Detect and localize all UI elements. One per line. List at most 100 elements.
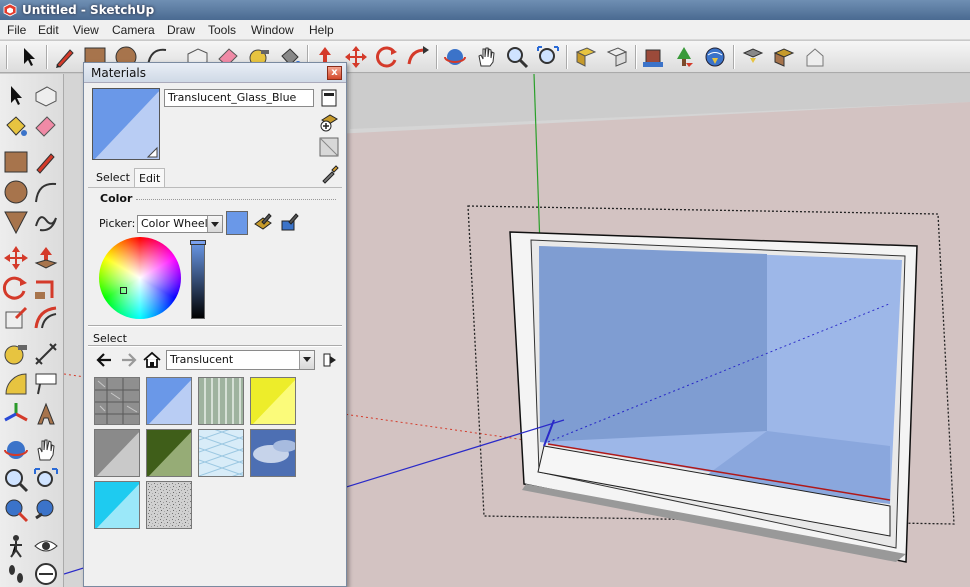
walk-button[interactable]: [2, 560, 30, 587]
arc-button[interactable]: [32, 178, 60, 206]
next-view-button[interactable]: [604, 44, 630, 70]
menu-window[interactable]: Window: [251, 23, 294, 37]
match-color-screen-button[interactable]: [279, 212, 299, 232]
zoom-tool-button[interactable]: [504, 44, 530, 70]
materials-title-bar[interactable]: Materials x: [84, 63, 346, 83]
components-button[interactable]: [771, 44, 797, 70]
create-material-button[interactable]: [319, 112, 339, 132]
pencil-tool-button[interactable]: [52, 44, 78, 70]
zoom-extents-button[interactable]: [535, 44, 561, 70]
get-models-button[interactable]: [671, 44, 697, 70]
match-color-icon: [254, 213, 272, 230]
scale-button[interactable]: [2, 304, 30, 332]
move-button[interactable]: [2, 244, 30, 272]
zoom-window-button[interactable]: [32, 466, 60, 494]
collection-select[interactable]: Translucent: [166, 350, 315, 370]
layers-button[interactable]: [740, 44, 766, 70]
dimension-button[interactable]: [32, 340, 60, 368]
text-tool-button[interactable]: [32, 370, 60, 398]
previous-button[interactable]: [32, 496, 60, 524]
pencil-button[interactable]: [32, 148, 60, 176]
toolbar-separator: [733, 45, 735, 69]
arrow-cursor-icon: [24, 48, 35, 66]
freehand-button[interactable]: [32, 208, 60, 236]
toolbar-separator: [46, 45, 48, 69]
select-button[interactable]: [2, 82, 30, 110]
component-icon: [35, 86, 57, 107]
swatch-wire-glass[interactable]: [198, 429, 244, 477]
menu-edit[interactable]: Edit: [38, 23, 59, 37]
tab-select[interactable]: Select: [92, 168, 134, 187]
swatch-gray-glass[interactable]: [94, 429, 140, 477]
menu-view[interactable]: View: [73, 23, 99, 37]
eraser-button[interactable]: [32, 112, 60, 140]
zoom-extents-icon: [5, 499, 29, 523]
close-button[interactable]: x: [327, 66, 342, 80]
3d-warehouse-button[interactable]: [640, 44, 666, 70]
orbit-button[interactable]: [2, 436, 30, 464]
rotate-button[interactable]: [2, 274, 30, 302]
green-glass-icon: [147, 430, 191, 476]
menu-help[interactable]: Help: [309, 23, 334, 37]
swatch-cyan-glass[interactable]: [94, 481, 140, 529]
zoom-extents-button[interactable]: [2, 496, 30, 524]
current-color-chip[interactable]: [226, 211, 248, 235]
share-model-button[interactable]: [702, 44, 728, 70]
details-button[interactable]: [320, 350, 340, 370]
zoom-previous-icon: [35, 499, 54, 520]
sample-paint-button[interactable]: [320, 164, 340, 184]
section-plane-button[interactable]: [32, 560, 60, 587]
value-slider-handle[interactable]: [190, 240, 206, 245]
home-button[interactable]: [142, 350, 162, 370]
polygon-button[interactable]: [2, 208, 30, 236]
pan-tool-button[interactable]: [473, 44, 499, 70]
pan-button[interactable]: [32, 436, 60, 464]
push-pull-button[interactable]: [32, 244, 60, 272]
swatch-green-glass[interactable]: [146, 429, 192, 477]
globe-icon: [705, 47, 725, 67]
paint-bucket-button[interactable]: [2, 112, 30, 140]
zoom-extents-icon: [537, 46, 559, 64]
details-arrow-icon: [323, 353, 336, 367]
swatch-sky-reflection[interactable]: [250, 429, 296, 477]
tab-edit[interactable]: Edit: [134, 168, 166, 187]
menu-draw[interactable]: Draw: [167, 23, 195, 37]
color-wheel-handle[interactable]: [120, 287, 127, 294]
circle-button[interactable]: [2, 178, 30, 206]
previous-view-button[interactable]: [573, 44, 599, 70]
protractor-button[interactable]: [2, 370, 30, 398]
make-component-button[interactable]: [32, 82, 60, 110]
axes-button[interactable]: [2, 400, 30, 428]
default-material-button[interactable]: [319, 137, 339, 157]
menu-file[interactable]: File: [7, 23, 26, 37]
look-around-button[interactable]: [32, 532, 60, 560]
follow-me-icon: [35, 280, 54, 299]
tape-measure-button[interactable]: [2, 340, 30, 368]
follow-me-button[interactable]: [32, 274, 60, 302]
material-name-field[interactable]: Translucent_Glass_Blue: [164, 89, 314, 107]
rectangle-button[interactable]: [2, 148, 30, 176]
orbit-tool-button[interactable]: [442, 44, 468, 70]
follow-me-button[interactable]: [405, 44, 431, 70]
back-button[interactable]: [95, 350, 115, 370]
forward-button[interactable]: [118, 350, 138, 370]
menu-camera[interactable]: Camera: [112, 23, 155, 37]
zoom-button[interactable]: [2, 466, 30, 494]
menu-tools[interactable]: Tools: [208, 23, 236, 37]
swatch-glass-blue[interactable]: [146, 377, 192, 425]
picker-select[interactable]: Color Wheel: [137, 215, 223, 233]
swatch-yellow-glass[interactable]: [250, 377, 296, 425]
swatch-frosted-glass[interactable]: [146, 481, 192, 529]
3d-text-button[interactable]: [32, 400, 60, 428]
rotate-tool-button[interactable]: [374, 44, 400, 70]
swatch-glass-green-ribbed[interactable]: [198, 377, 244, 425]
display-secondary-button[interactable]: [319, 88, 339, 108]
select-tool-button[interactable]: [16, 44, 42, 70]
position-camera-button[interactable]: [2, 532, 30, 560]
swatch-stone-texture[interactable]: [94, 377, 140, 425]
upload-button[interactable]: [802, 44, 828, 70]
color-wheel[interactable]: [99, 237, 181, 319]
value-slider[interactable]: [190, 240, 206, 319]
offset-button[interactable]: [32, 304, 60, 332]
match-color-model-button[interactable]: [252, 212, 272, 232]
